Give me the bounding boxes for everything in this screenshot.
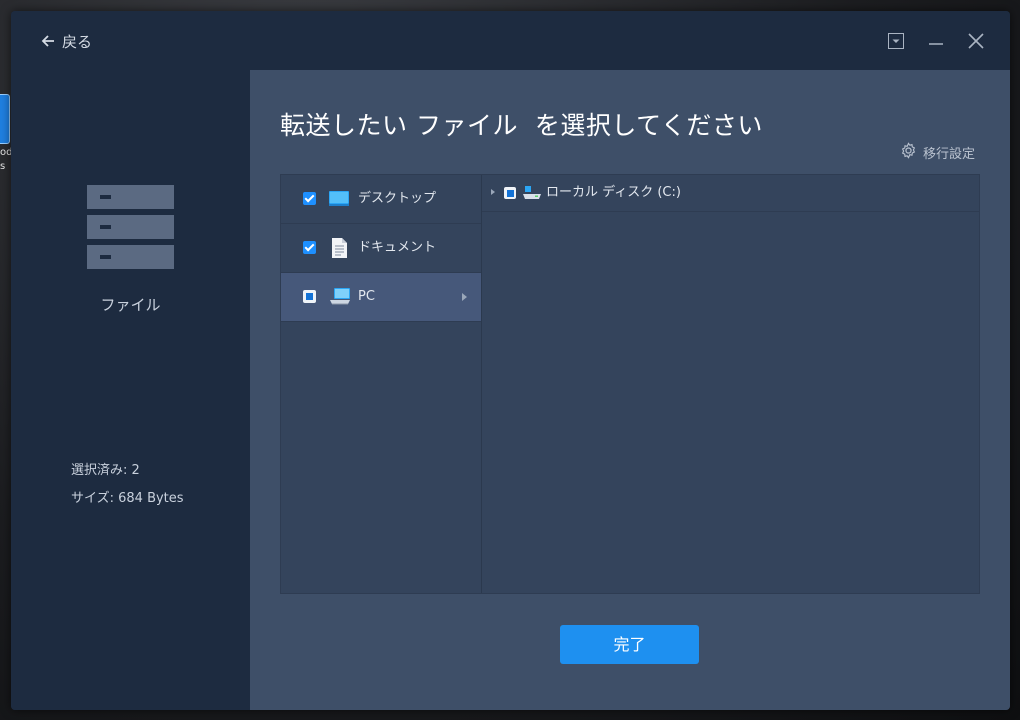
tree-label-local-disk: ローカル ディスク (C:) xyxy=(546,185,681,200)
dropdown-menu-icon[interactable] xyxy=(884,29,908,53)
file-category-graphic xyxy=(87,185,174,275)
category-label: ファイル xyxy=(100,296,161,314)
minimize-icon[interactable] xyxy=(924,29,948,53)
tree-item-local-disk-c[interactable]: ローカル ディスク (C:) xyxy=(482,175,979,212)
transfer-settings-button[interactable]: 移行設定 xyxy=(900,142,975,163)
category-item-desktop[interactable]: デスクトップ xyxy=(281,175,481,224)
selected-size: サイズ: 684 Bytes xyxy=(71,491,184,506)
category-item-pc[interactable]: PC xyxy=(281,273,481,322)
back-button[interactable]: 戻る xyxy=(40,29,92,53)
drive-icon xyxy=(522,185,542,201)
file-selection-panel: デスクトップ ドキュメント PC ローカル ディスク (C:) xyxy=(280,174,980,594)
gear-icon xyxy=(900,142,917,163)
arrow-left-icon xyxy=(40,33,56,49)
chevron-right-icon xyxy=(462,293,467,301)
selected-count: 選択済み: 2 xyxy=(71,463,140,478)
category-label-desktop: デスクトップ xyxy=(358,191,437,206)
sidebar: ファイル 選択済み: 2 サイズ: 684 Bytes xyxy=(11,70,250,710)
category-label-pc: PC xyxy=(358,289,375,304)
main-content: 転送したい ファイル を選択してください 移行設定 デスクトップ ドキュメント … xyxy=(250,70,1010,710)
expand-arrow-icon[interactable] xyxy=(491,189,495,195)
desktop-icon xyxy=(328,188,350,210)
category-label-documents: ドキュメント xyxy=(358,240,437,255)
document-icon xyxy=(328,237,350,259)
transfer-settings-label: 移行設定 xyxy=(922,147,975,162)
back-label: 戻る xyxy=(62,32,93,51)
category-list: デスクトップ ドキュメント PC xyxy=(281,175,482,593)
local-disk-checkbox[interactable] xyxy=(504,187,516,199)
category-item-documents[interactable]: ドキュメント xyxy=(281,224,481,273)
desktop-app-icon[interactable] xyxy=(0,94,10,144)
done-button[interactable]: 完了 xyxy=(560,625,699,664)
folder-tree: ローカル ディスク (C:) xyxy=(482,175,979,593)
close-icon[interactable] xyxy=(964,29,988,53)
page-title: 転送したい ファイル を選択してください xyxy=(280,111,763,140)
desktop-checkbox[interactable] xyxy=(303,192,316,205)
documents-checkbox[interactable] xyxy=(303,241,316,254)
app-window: 戻る ファイル 選択済み: 2 サイズ: 684 Bytes 転送したい ファイ… xyxy=(11,11,1010,710)
pc-icon xyxy=(328,286,350,308)
titlebar: 戻る xyxy=(11,11,1010,70)
pc-checkbox[interactable] xyxy=(303,290,316,303)
